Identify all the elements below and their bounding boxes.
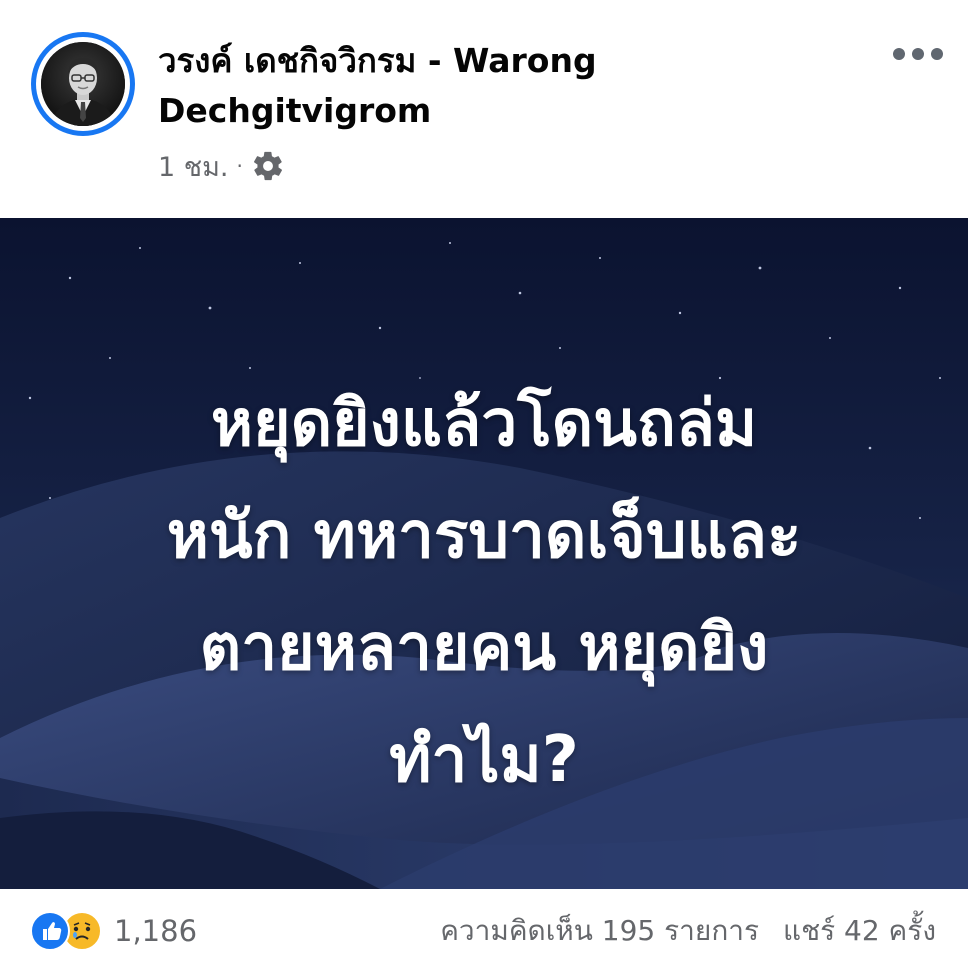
facebook-post: วรงค์ เดชกิจวิกรม - Warong Dechgitvigrom…: [0, 0, 968, 966]
author-avatar[interactable]: [31, 32, 135, 136]
settings-gear-icon[interactable]: [251, 149, 285, 183]
more-options-icon[interactable]: [888, 36, 948, 72]
avatar-photo: [41, 42, 125, 126]
post-timestamp[interactable]: 1 ชม.: [158, 145, 228, 188]
like-icon: [30, 911, 70, 951]
post-stats: ความคิดเห็น 195 รายการ แชร์ 42 ครั้ง: [440, 911, 936, 951]
meta-separator: ·: [236, 154, 243, 178]
post-footer: 1,186 ความคิดเห็น 195 รายการ แชร์ 42 ครั…: [0, 889, 968, 966]
post-header: วรงค์ เดชกิจวิกรม - Warong Dechgitvigrom…: [0, 0, 968, 218]
shares-count-link[interactable]: แชร์ 42 ครั้ง: [783, 909, 936, 953]
reactions-summary[interactable]: 1,186: [30, 911, 197, 951]
post-image[interactable]: หยุดยิงแล้วโดนถล่ม หนัก ทหารบาดเจ็บและ ต…: [0, 218, 968, 889]
comments-count-link[interactable]: ความคิดเห็น 195 รายการ: [440, 909, 759, 953]
author-name[interactable]: วรงค์ เดชกิจวิกรม - Warong Dechgitvigrom: [158, 36, 798, 136]
image-caption-text: หยุดยิงแล้วโดนถล่ม หนัก ทหารบาดเจ็บและ ต…: [166, 387, 802, 797]
post-meta: 1 ชม. ·: [158, 146, 285, 186]
reaction-count: 1,186: [114, 914, 198, 948]
